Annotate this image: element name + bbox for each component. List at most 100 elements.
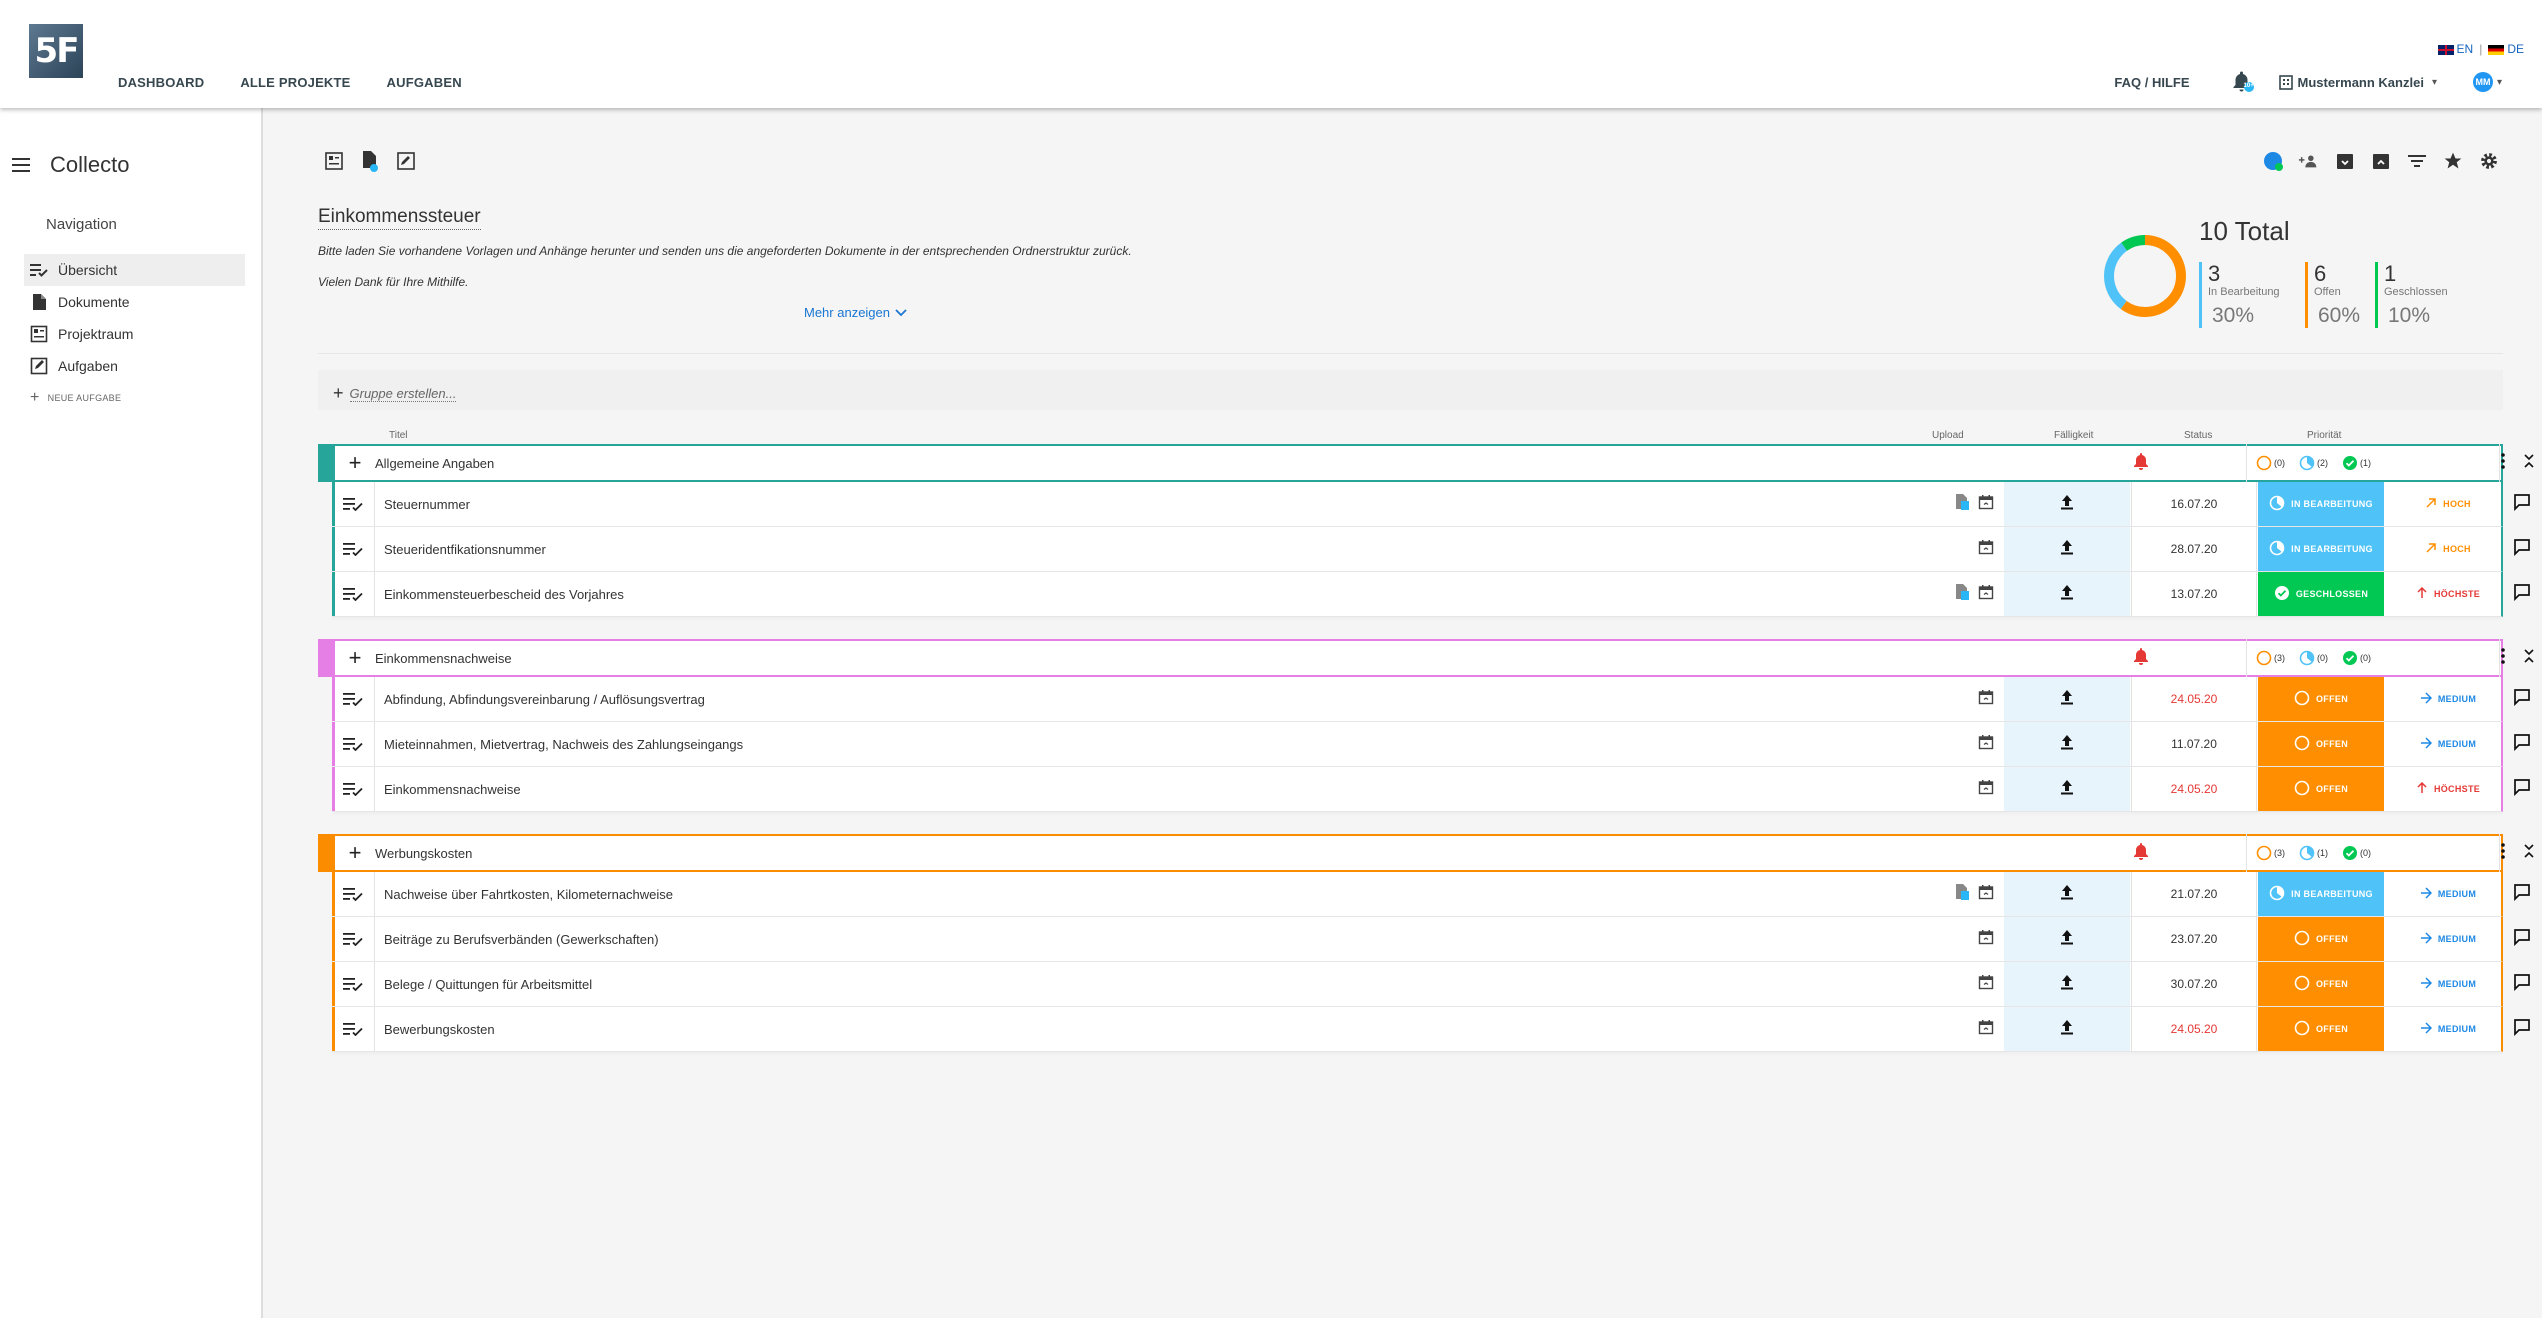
faq-link[interactable]: FAQ / HILFE bbox=[2114, 75, 2189, 90]
calendar-icon[interactable] bbox=[1978, 779, 1994, 800]
comment-icon[interactable] bbox=[2513, 538, 2531, 561]
calendar-icon[interactable] bbox=[1978, 494, 1994, 515]
task-checklist-icon[interactable] bbox=[332, 767, 375, 811]
calendar-icon[interactable] bbox=[1978, 884, 1994, 905]
task-title[interactable]: Beiträge zu Berufsverbänden (Gewerkschaf… bbox=[384, 932, 659, 947]
group-title[interactable]: Einkommensnachweise bbox=[375, 651, 512, 666]
comment-icon[interactable] bbox=[2513, 883, 2531, 906]
filter-icon[interactable] bbox=[2406, 150, 2428, 172]
collapse-icon[interactable] bbox=[2523, 648, 2535, 669]
due-date[interactable]: 23.07.20 bbox=[2131, 917, 2257, 961]
task-checklist-icon[interactable] bbox=[332, 1007, 375, 1051]
status-badge[interactable]: GESCHLOSSEN bbox=[2258, 572, 2384, 616]
upload-button[interactable] bbox=[2004, 1007, 2130, 1051]
calendar-icon[interactable] bbox=[1978, 929, 1994, 950]
priority-indicator[interactable]: HOCH bbox=[2385, 482, 2511, 526]
upload-button[interactable] bbox=[2004, 917, 2130, 961]
task-checklist-icon[interactable] bbox=[332, 962, 375, 1006]
group-title[interactable]: Allgemeine Angaben bbox=[375, 456, 494, 471]
due-date[interactable]: 28.07.20 bbox=[2131, 527, 2257, 571]
attachment-document-icon[interactable] bbox=[1954, 583, 1970, 606]
due-date[interactable]: 16.07.20 bbox=[2131, 482, 2257, 526]
priority-indicator[interactable]: HÖCHSTE bbox=[2385, 767, 2511, 811]
calendar-icon[interactable] bbox=[1978, 974, 1994, 995]
task-checklist-icon[interactable] bbox=[332, 677, 375, 721]
new-task-button[interactable]: + NEUE AUFGABE bbox=[24, 382, 245, 414]
task-row[interactable]: Nachweise über Fahrtkosten, Kilometernac… bbox=[332, 872, 2530, 917]
task-title[interactable]: Mieteinnahmen, Mietvertrag, Nachweis des… bbox=[384, 737, 743, 752]
task-title[interactable]: Steueridentfikationsnummer bbox=[384, 542, 546, 557]
create-group-button[interactable]: + Gruppe erstellen... bbox=[333, 383, 457, 404]
priority-indicator[interactable]: MEDIUM bbox=[2385, 917, 2511, 961]
status-badge[interactable]: OFFEN bbox=[2258, 722, 2384, 766]
upload-button[interactable] bbox=[2004, 722, 2130, 766]
add-task-button[interactable]: + bbox=[335, 450, 375, 476]
priority-indicator[interactable]: MEDIUM bbox=[2385, 872, 2511, 916]
due-date[interactable]: 13.07.20 bbox=[2131, 572, 2257, 616]
calendar-icon[interactable] bbox=[1978, 734, 1994, 755]
collapse-icon[interactable] bbox=[2523, 843, 2535, 864]
comment-icon[interactable] bbox=[2513, 973, 2531, 996]
upload-button[interactable] bbox=[2004, 767, 2130, 811]
calendar-icon[interactable] bbox=[1978, 689, 1994, 710]
task-title[interactable]: Einkommensnachweise bbox=[384, 782, 521, 797]
task-row[interactable]: Abfindung, Abfindungsvereinbarung / Aufl… bbox=[332, 677, 2530, 722]
add-task-button[interactable]: + bbox=[335, 645, 375, 671]
comment-icon[interactable] bbox=[2513, 733, 2531, 756]
task-row[interactable]: Bewerbungskosten 24.05.20 OFFEN MEDIUM bbox=[332, 1007, 2530, 1052]
task-checklist-icon[interactable] bbox=[332, 572, 375, 616]
due-date[interactable]: 24.05.20 bbox=[2131, 677, 2257, 721]
sidebar-item-overview[interactable]: Übersicht bbox=[24, 254, 245, 286]
task-title[interactable]: Steuernummer bbox=[384, 497, 470, 512]
project-title[interactable]: Einkommenssteuer bbox=[318, 206, 481, 230]
user-menu[interactable]: MM ▾ bbox=[2472, 72, 2502, 92]
group-more-icon[interactable] bbox=[2501, 452, 2505, 474]
task-row[interactable]: Steuernummer 16.07.20 IN BEARBEITUNG HOCH bbox=[332, 482, 2530, 527]
status-badge[interactable]: OFFEN bbox=[2258, 917, 2384, 961]
upload-button[interactable] bbox=[2004, 527, 2130, 571]
priority-indicator[interactable]: MEDIUM bbox=[2385, 962, 2511, 1006]
status-badge[interactable]: IN BEARBEITUNG bbox=[2258, 527, 2384, 571]
add-task-button[interactable]: + bbox=[335, 840, 375, 866]
priority-indicator[interactable]: HOCH bbox=[2385, 527, 2511, 571]
comment-icon[interactable] bbox=[2513, 583, 2531, 606]
status-badge[interactable]: OFFEN bbox=[2258, 677, 2384, 721]
upload-button[interactable] bbox=[2004, 872, 2130, 916]
show-more-link[interactable]: Mehr anzeigen bbox=[804, 305, 907, 320]
tasks-view-icon[interactable] bbox=[395, 150, 417, 172]
due-date[interactable]: 24.05.20 bbox=[2131, 1007, 2257, 1051]
comment-icon[interactable] bbox=[2513, 493, 2531, 516]
task-row[interactable]: Mieteinnahmen, Mietvertrag, Nachweis des… bbox=[332, 722, 2530, 767]
task-row[interactable]: Einkommensteuerbescheid des Vorjahres 13.… bbox=[332, 572, 2530, 617]
sidebar-item-projectroom[interactable]: Projektraum bbox=[24, 318, 245, 350]
app-logo[interactable]: 5F bbox=[29, 24, 83, 78]
task-checklist-icon[interactable] bbox=[332, 722, 375, 766]
gear-icon[interactable] bbox=[2478, 150, 2500, 172]
task-checklist-icon[interactable] bbox=[332, 527, 375, 571]
star-icon[interactable] bbox=[2442, 150, 2464, 172]
due-date[interactable]: 30.07.20 bbox=[2131, 962, 2257, 1006]
calendar-icon[interactable] bbox=[1978, 584, 1994, 605]
status-badge[interactable]: OFFEN bbox=[2258, 767, 2384, 811]
priority-indicator[interactable]: MEDIUM bbox=[2385, 677, 2511, 721]
due-date[interactable]: 21.07.20 bbox=[2131, 872, 2257, 916]
archive-down-icon[interactable] bbox=[2334, 150, 2356, 172]
upload-button[interactable] bbox=[2004, 677, 2130, 721]
priority-indicator[interactable]: HÖCHSTE bbox=[2385, 572, 2511, 616]
status-badge[interactable]: OFFEN bbox=[2258, 962, 2384, 1006]
sidebar-item-documents[interactable]: Dokumente bbox=[24, 286, 245, 318]
task-checklist-icon[interactable] bbox=[332, 872, 375, 916]
sidebar-item-tasks[interactable]: Aufgaben bbox=[24, 350, 245, 382]
comment-icon[interactable] bbox=[2513, 928, 2531, 951]
attachment-document-icon[interactable] bbox=[1954, 493, 1970, 516]
group-title[interactable]: Werbungskosten bbox=[375, 846, 472, 861]
task-row[interactable]: Belege / Quittungen für Arbeitsmittel 30.… bbox=[332, 962, 2530, 1007]
overview-view-icon[interactable] bbox=[323, 150, 345, 172]
upload-button[interactable] bbox=[2004, 572, 2130, 616]
task-title[interactable]: Belege / Quittungen für Arbeitsmittel bbox=[384, 977, 592, 992]
comment-icon[interactable] bbox=[2513, 688, 2531, 711]
comment-icon[interactable] bbox=[2513, 1018, 2531, 1041]
lang-de[interactable]: DE bbox=[2488, 42, 2524, 56]
task-checklist-icon[interactable] bbox=[332, 917, 375, 961]
nav-tasks[interactable]: AUFGABEN bbox=[387, 75, 462, 90]
